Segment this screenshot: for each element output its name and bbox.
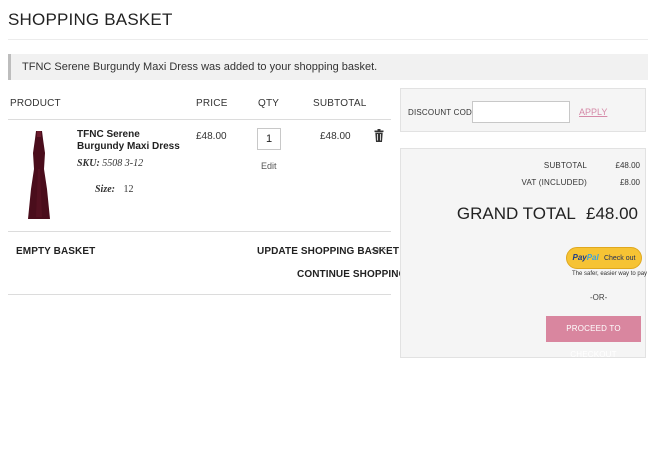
product-sku: SKU: 5508 3-12 [77, 158, 143, 169]
column-header-subtotal: SUBTOTAL [313, 98, 367, 109]
or-separator: -OR- [371, 247, 387, 254]
sku-label: SKU: [77, 158, 100, 169]
discount-panel: DISCOUNT CODES APPLY [400, 88, 646, 132]
totals-panel: SUBTOTAL £48.00 VAT (INCLUDED) £8.00 GRA… [400, 148, 648, 359]
subtotal-value: £48.00 [615, 161, 640, 170]
vat-label: VAT (INCLUDED) [521, 178, 587, 187]
added-to-basket-notice: TFNC Serene Burgundy Maxi Dress was adde… [8, 54, 648, 80]
table-header-divider [8, 119, 391, 120]
grand-total-value: £48.00 [586, 204, 638, 223]
column-header-product: PRODUCT [10, 98, 61, 109]
paypal-tagline: The safer, easier way to pay [572, 271, 648, 277]
column-header-price: PRICE [196, 98, 228, 109]
column-header-qty: QTY [258, 98, 280, 109]
product-name-link[interactable]: TFNC Serene Burgundy Maxi Dress [77, 129, 187, 153]
sku-value: 5508 3-12 [102, 158, 144, 169]
grand-total: GRAND TOTAL £48.00 [457, 204, 638, 224]
subtotal-label: SUBTOTAL [543, 161, 587, 170]
quantity-input[interactable] [257, 128, 281, 150]
discount-code-input[interactable] [472, 101, 570, 123]
product-image[interactable] [26, 129, 52, 221]
edit-item-link[interactable]: Edit [261, 161, 277, 171]
item-row-divider [8, 231, 391, 232]
empty-basket-button[interactable]: EMPTY BASKET [16, 246, 95, 257]
paypal-logo-pal: Pal [586, 253, 599, 262]
paypal-check-out-label: Check out [603, 255, 636, 262]
vat-value: £8.00 [619, 178, 640, 187]
product-size: Size: 12 [95, 184, 134, 195]
paypal-logo-pay: Pay [572, 253, 587, 262]
grand-total-label: GRAND TOTAL [456, 204, 576, 223]
apply-discount-link[interactable]: APPLY [579, 107, 607, 117]
trash-icon[interactable] [374, 129, 384, 142]
size-label: Size: [95, 184, 115, 195]
title-divider [8, 39, 648, 40]
checkout-or-separator: -OR- [590, 293, 608, 302]
continue-shopping-button[interactable]: CONTINUE SHOPPING [297, 269, 407, 280]
item-price: £48.00 [196, 131, 227, 142]
proceed-to-checkout-button[interactable]: PROCEED TO CHECKOUT [546, 316, 641, 359]
paypal-checkout-button[interactable]: PayPal Check out [566, 247, 642, 269]
item-subtotal: £48.00 [320, 131, 351, 142]
page-title: SHOPPING BASKET [8, 10, 173, 29]
actions-divider [8, 294, 391, 295]
size-value: 12 [123, 184, 134, 195]
